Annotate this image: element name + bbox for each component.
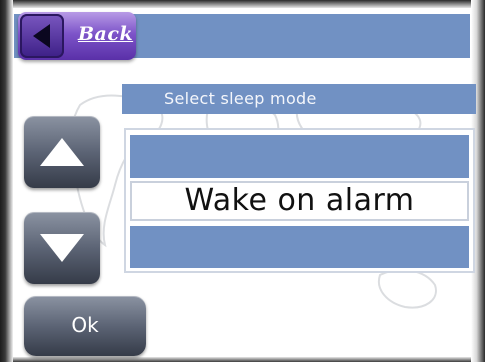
selected-option-label: Wake on alarm xyxy=(184,183,415,218)
frame-left-edge xyxy=(0,0,13,362)
chevron-left-icon xyxy=(20,14,64,58)
list-item-next[interactable] xyxy=(130,226,469,268)
page-title: Select sleep mode xyxy=(164,89,317,108)
back-label: Back xyxy=(78,23,134,45)
sleep-mode-list: Wake on alarm xyxy=(124,128,475,273)
arrow-up-icon xyxy=(40,138,84,166)
list-item-previous[interactable] xyxy=(130,135,469,178)
scroll-down-button[interactable] xyxy=(24,212,100,284)
back-button[interactable]: Back xyxy=(18,12,136,60)
scroll-up-button[interactable] xyxy=(24,116,100,188)
frame-top-edge xyxy=(0,0,485,8)
frame-bottom-edge xyxy=(0,357,485,362)
ok-label: Ok xyxy=(71,313,99,337)
list-item-selected[interactable]: Wake on alarm xyxy=(130,181,469,221)
arrow-down-icon xyxy=(40,234,84,262)
title-strip: Select sleep mode xyxy=(122,84,476,114)
ok-button[interactable]: Ok xyxy=(24,296,146,356)
sleep-mode-screen: Back Select sleep mode Wake on alarm Ok xyxy=(0,0,485,362)
